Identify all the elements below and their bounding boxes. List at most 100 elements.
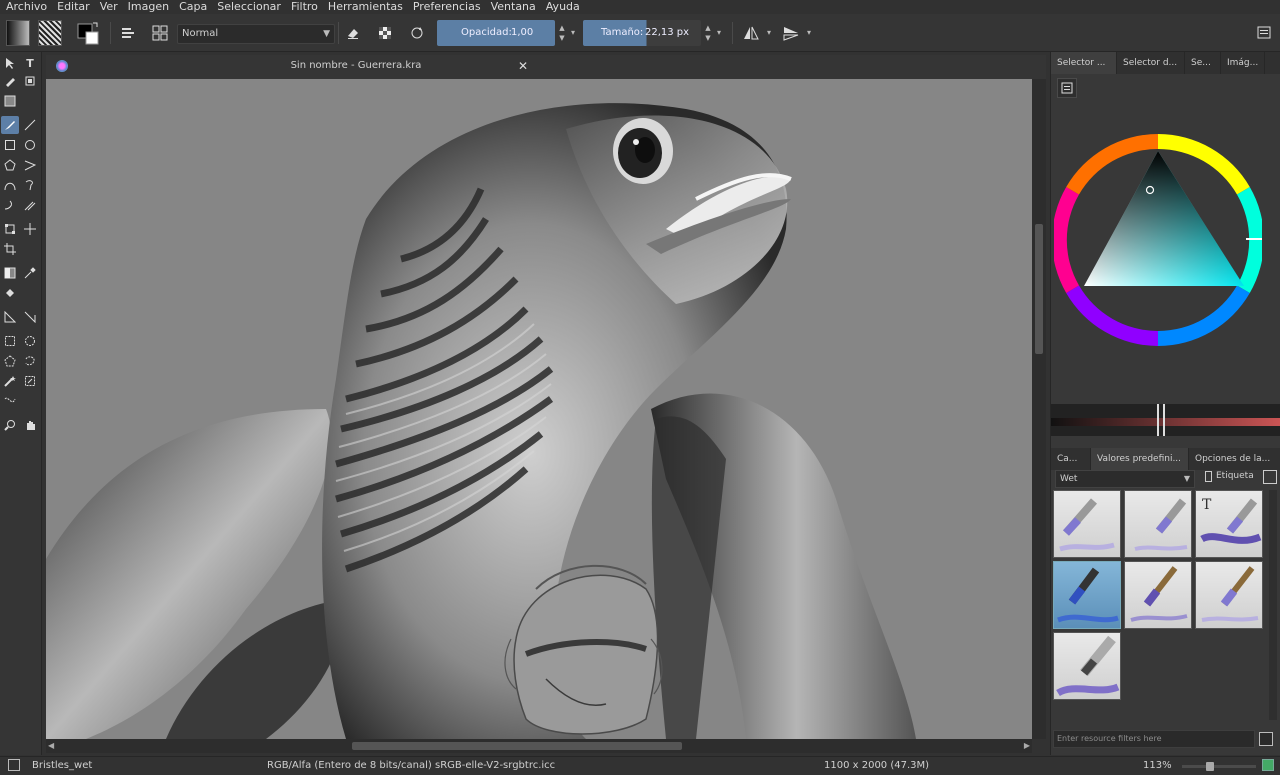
ellipse-tool-icon[interactable] xyxy=(21,136,39,154)
crop-tool-icon[interactable] xyxy=(1,240,19,258)
scroll-right-icon[interactable]: ▶ xyxy=(1024,741,1030,750)
preset-view-settings-icon[interactable] xyxy=(1263,470,1277,484)
fullscreen-icon[interactable] xyxy=(1262,759,1274,771)
brush-preset[interactable] xyxy=(1195,561,1263,629)
brush-preset-selected[interactable] xyxy=(1053,561,1121,629)
pattern-tool-icon[interactable] xyxy=(1,92,19,110)
select-shapes-tool-icon[interactable] xyxy=(1,54,19,72)
brush-preset[interactable] xyxy=(1124,561,1192,629)
opacity-spinner[interactable]: ▲ ▼ xyxy=(556,20,568,46)
mirror-vertical-icon[interactable] xyxy=(779,21,803,45)
brush-preset[interactable]: T xyxy=(1195,490,1263,558)
preset-list-scrollbar[interactable] xyxy=(1269,490,1277,720)
vertical-scrollbar-thumb[interactable] xyxy=(1035,224,1043,354)
menu-imagen[interactable]: Imagen xyxy=(128,0,169,14)
measure-tool-icon[interactable] xyxy=(21,308,39,326)
opacity-dropdown-icon[interactable]: ▾ xyxy=(568,20,578,46)
zoom-tool-icon[interactable] xyxy=(1,416,19,434)
brush-preset[interactable] xyxy=(1053,490,1121,558)
rectangular-selection-tool-icon[interactable] xyxy=(1,332,19,350)
tab-color-selector[interactable]: Selector ... xyxy=(1051,52,1117,74)
menu-herramientas[interactable]: Herramientas xyxy=(328,0,403,14)
zoom-slider-handle[interactable] xyxy=(1206,762,1214,771)
foreground-background-color-icon[interactable] xyxy=(76,20,102,46)
color-history-bar[interactable] xyxy=(1051,404,1280,436)
freehand-selection-tool-icon[interactable] xyxy=(21,352,39,370)
eraser-mode-icon[interactable] xyxy=(341,21,365,45)
edit-shapes-tool-icon[interactable] xyxy=(1,72,19,90)
size-dropdown-icon[interactable]: ▾ xyxy=(714,20,724,46)
menu-seleccionar[interactable]: Seleccionar xyxy=(217,0,281,14)
menu-ver[interactable]: Ver xyxy=(100,0,118,14)
transform-tool-icon[interactable] xyxy=(1,220,19,238)
freehand-brush-tool-icon[interactable] xyxy=(1,116,19,134)
color-wheel[interactable] xyxy=(1054,132,1262,348)
menu-archivo[interactable]: Archivo xyxy=(6,0,47,14)
dock-toggle-icon[interactable] xyxy=(1252,21,1276,45)
mirror-horizontal-icon[interactable] xyxy=(739,21,763,45)
gradient-swatch[interactable] xyxy=(6,20,30,46)
color-picker-tool-icon[interactable] xyxy=(21,264,39,282)
polygonal-selection-tool-icon[interactable] xyxy=(1,352,19,370)
similar-color-selection-tool-icon[interactable] xyxy=(21,372,39,390)
pan-tool-icon[interactable] xyxy=(21,416,39,434)
preserve-alpha-icon[interactable] xyxy=(373,21,397,45)
line-tool-icon[interactable] xyxy=(21,116,39,134)
tab-canvas[interactable]: Ca... xyxy=(1051,448,1091,470)
size-spinner[interactable]: ▲ ▼ xyxy=(702,20,714,46)
move-tool-icon[interactable] xyxy=(21,220,39,238)
menu-ayuda[interactable]: Ayuda xyxy=(546,0,580,14)
color-dock-tabs: Selector ... Selector d... Se... Imág... xyxy=(1051,52,1280,74)
horizontal-scrollbar[interactable]: ◀ ▶ xyxy=(46,739,1032,753)
size-slider[interactable]: Tamaño: 22,13 px xyxy=(583,20,701,46)
menu-ventana[interactable]: Ventana xyxy=(491,0,536,14)
assistant-tool-icon[interactable] xyxy=(1,308,19,326)
brush-presets-icon[interactable] xyxy=(148,21,172,45)
brush-preset[interactable] xyxy=(1053,632,1121,700)
dynamic-brush-tool-icon[interactable] xyxy=(1,196,19,214)
menu-editar[interactable]: Editar xyxy=(57,0,90,14)
mirror-horizontal-dropdown-icon[interactable]: ▾ xyxy=(764,20,774,46)
tab-color-selector-2[interactable]: Selector d... xyxy=(1117,52,1185,74)
calligraphy-tool-icon[interactable] xyxy=(21,72,39,90)
freehand-path-tool-icon[interactable] xyxy=(21,176,39,194)
tab-image[interactable]: Imág... xyxy=(1221,52,1265,74)
resource-filter-input[interactable]: Enter resource filters here xyxy=(1053,730,1255,748)
polyline-tool-icon[interactable] xyxy=(21,156,39,174)
reload-preset-icon[interactable] xyxy=(405,21,429,45)
horizontal-scrollbar-thumb[interactable] xyxy=(352,742,682,750)
opacity-slider[interactable]: Opacidad: 1,00 xyxy=(437,20,555,46)
menu-capa[interactable]: Capa xyxy=(179,0,207,14)
bezier-tool-icon[interactable] xyxy=(1,176,19,194)
polygon-tool-icon[interactable] xyxy=(1,156,19,174)
multibrush-tool-icon[interactable] xyxy=(21,196,39,214)
scroll-left-icon[interactable]: ◀ xyxy=(48,741,54,750)
brush-preset[interactable] xyxy=(1124,490,1192,558)
fill-tool-icon[interactable] xyxy=(1,284,19,302)
blend-mode-select[interactable]: Normal ▼ xyxy=(177,24,335,44)
preset-tag-select[interactable]: Wet ▼ xyxy=(1055,470,1195,488)
tab-tool-options[interactable]: Opciones de la... xyxy=(1189,448,1280,470)
color-selector-settings-icon[interactable] xyxy=(1057,78,1077,98)
save-filter-icon[interactable] xyxy=(1259,732,1273,746)
gradient-tool-icon[interactable] xyxy=(1,264,19,282)
vertical-scrollbar[interactable] xyxy=(1032,79,1046,739)
magic-wand-selection-tool-icon[interactable] xyxy=(1,372,19,390)
rectangle-tool-icon[interactable] xyxy=(1,136,19,154)
close-document-icon[interactable]: ✕ xyxy=(518,59,528,73)
menu-preferencias[interactable]: Preferencias xyxy=(413,0,481,14)
drawing-canvas[interactable] xyxy=(46,79,1032,739)
tab-brush-presets[interactable]: Valores predefini... xyxy=(1091,448,1189,470)
zoom-slider[interactable] xyxy=(1182,762,1256,771)
edit-brush-settings-icon[interactable] xyxy=(116,21,140,45)
bezier-selection-tool-icon[interactable] xyxy=(1,392,19,410)
document-title[interactable]: Sin nombre - Guerrera.kra xyxy=(46,60,1046,71)
menu-filtro[interactable]: Filtro xyxy=(291,0,318,14)
text-tool-icon[interactable]: T xyxy=(21,54,39,72)
elliptical-selection-tool-icon[interactable] xyxy=(21,332,39,350)
tag-menu-button[interactable]: Etiqueta xyxy=(1216,471,1254,481)
menu-bar: Archivo Editar Ver Imagen Capa Seleccion… xyxy=(0,0,1280,14)
mirror-vertical-dropdown-icon[interactable]: ▾ xyxy=(804,20,814,46)
pattern-swatch[interactable] xyxy=(38,20,62,46)
tab-selector-3[interactable]: Se... xyxy=(1185,52,1221,74)
